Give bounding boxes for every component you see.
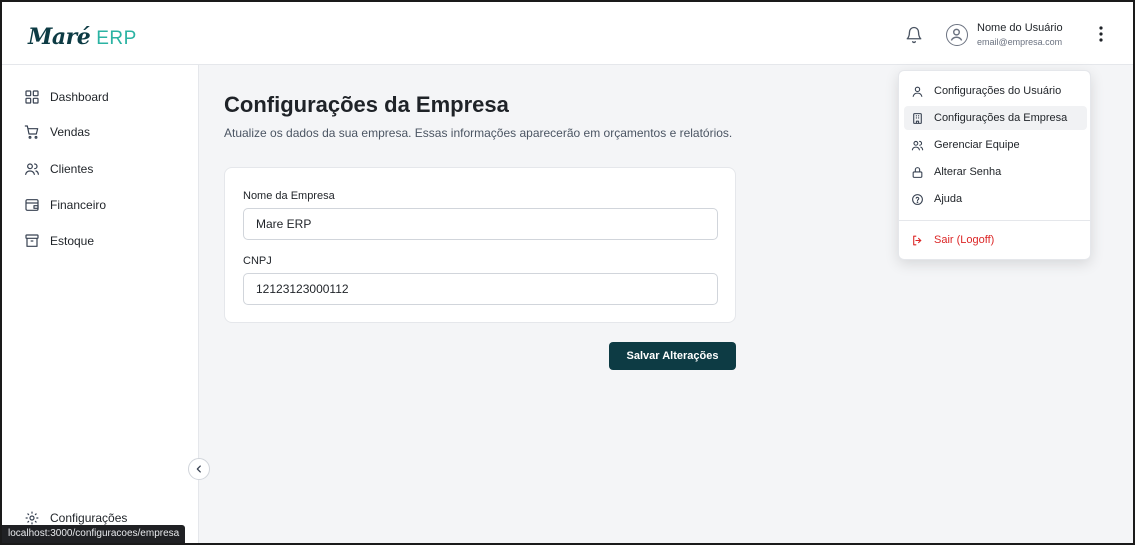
team-icon — [911, 140, 924, 150]
menu-item-label: Configurações da Empresa — [934, 112, 1068, 124]
bell-icon[interactable] — [905, 26, 923, 44]
sidebar-item-label: Dashboard — [50, 90, 109, 104]
chevron-left-icon — [196, 465, 201, 473]
top-header: Maré ERP Nome do Usuário email@empresa.c… — [2, 2, 1133, 65]
sidebar-item-label: Vendas — [50, 125, 91, 139]
cnpj-input[interactable] — [243, 273, 718, 305]
sidebar-item-label: Configurações — [50, 511, 128, 525]
company-name-input[interactable] — [243, 208, 718, 240]
page-description: Atualize os dados da sua empresa. Essas … — [224, 126, 733, 140]
logout-icon — [913, 235, 922, 245]
menu-item-change-password[interactable]: Alterar Senha — [904, 160, 1087, 184]
sidebar-item-label: Estoque — [50, 234, 95, 248]
gear-icon — [25, 511, 39, 525]
cart-icon — [24, 125, 39, 139]
company-form-card: Nome da Empresa CNPJ — [224, 167, 736, 323]
user-email: email@empresa.com — [977, 37, 1063, 47]
menu-item-company-settings[interactable]: Configurações da Empresa — [904, 106, 1087, 130]
building-icon — [913, 112, 922, 124]
sidebar-item-clientes[interactable]: Clientes — [24, 159, 93, 179]
sidebar-collapse-button[interactable] — [188, 458, 210, 480]
dashboard-icon — [25, 90, 39, 104]
sidebar-item-label: Financeiro — [50, 198, 107, 212]
app-logo[interactable]: Maré ERP — [28, 24, 137, 50]
menu-item-label: Alterar Senha — [934, 166, 1002, 178]
sidebar-item-vendas[interactable]: Vendas — [24, 122, 90, 142]
archive-icon — [25, 234, 39, 247]
page-title: Configurações da Empresa — [224, 92, 509, 117]
sidebar: Dashboard Vendas Clientes Financeiro Est… — [2, 65, 199, 543]
menu-item-manage-team[interactable]: Gerenciar Equipe — [904, 133, 1087, 157]
company-name-label: Nome da Empresa — [243, 190, 335, 202]
menu-item-user-settings[interactable]: Configurações do Usuário — [904, 79, 1087, 103]
menu-item-help[interactable]: Ajuda — [904, 187, 1087, 211]
menu-item-label: Gerenciar Equipe — [934, 139, 1020, 151]
user-name[interactable]: Nome do Usuário — [977, 22, 1063, 34]
more-vertical-icon[interactable] — [1093, 24, 1109, 44]
menu-item-label: Configurações do Usuário — [934, 85, 1062, 97]
browser-status-url: localhost:3000/configuracoes/empresa — [2, 525, 186, 543]
users-icon — [25, 163, 39, 175]
cnpj-label: CNPJ — [243, 255, 272, 267]
menu-item-logout[interactable]: Sair (Logoff) — [904, 228, 1087, 252]
wallet-icon — [25, 199, 39, 211]
menu-divider — [899, 220, 1090, 221]
sidebar-item-estoque[interactable]: Estoque — [24, 231, 94, 251]
sidebar-item-label: Clientes — [50, 162, 94, 176]
logo-text: ERP — [96, 28, 137, 49]
sidebar-item-dashboard[interactable]: Dashboard — [24, 87, 109, 107]
logout-label: Sair (Logoff) — [934, 234, 995, 246]
help-circle-icon — [912, 193, 923, 205]
user-dropdown-menu: Configurações do Usuário Configurações d… — [898, 70, 1091, 260]
logo-mark: Maré — [28, 24, 91, 50]
menu-item-label: Ajuda — [934, 193, 963, 205]
save-changes-button[interactable]: Salvar Alterações — [609, 342, 736, 370]
sidebar-item-financeiro[interactable]: Financeiro — [24, 195, 106, 215]
lock-icon — [912, 166, 923, 178]
user-avatar-icon[interactable] — [946, 24, 968, 46]
user-icon — [912, 86, 923, 97]
